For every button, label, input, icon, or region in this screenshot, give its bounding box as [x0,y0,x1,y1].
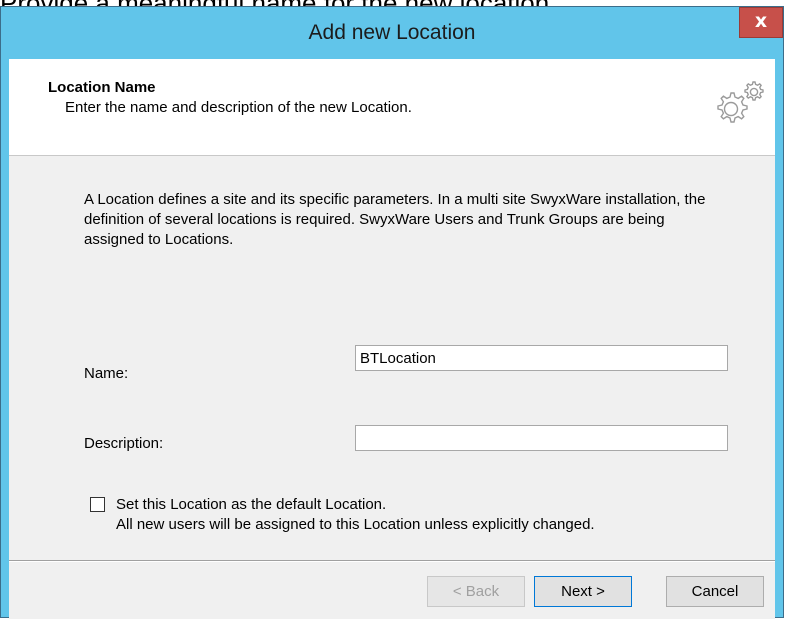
intro-text: A Location defines a site and its specif… [84,191,706,248]
wizard-header: Location Name Enter the name and descrip… [9,59,775,156]
window-title: Add new Location [308,21,476,44]
next-button[interactable]: Next > [534,576,632,607]
dialog-client-area: Location Name Enter the name and descrip… [9,59,775,619]
default-location-note: All new users will be assigned to this L… [116,516,595,533]
name-label: Name: [84,365,129,382]
description-label: Description: [84,435,164,452]
header-subtitle: Enter the name and description of the ne… [65,99,412,116]
dialog-window: Add new Location x Location Name Enter t… [0,6,784,619]
header-title: Location Name [48,79,156,96]
default-location-label: Set this Location as the default Locatio… [116,496,387,513]
close-icon: x [754,10,768,32]
close-button[interactable]: x [739,7,783,38]
title-bar[interactable]: Add new Location x [1,7,783,59]
description-input[interactable] [355,425,728,451]
back-button[interactable]: < Back [427,576,525,607]
button-separator [9,560,775,562]
name-input[interactable] [355,345,728,371]
default-location-option[interactable]: Set this Location as the default Locatio… [116,495,595,535]
cancel-button[interactable]: Cancel [666,576,764,607]
default-location-checkbox[interactable] [90,497,105,512]
gears-icon [717,81,764,123]
